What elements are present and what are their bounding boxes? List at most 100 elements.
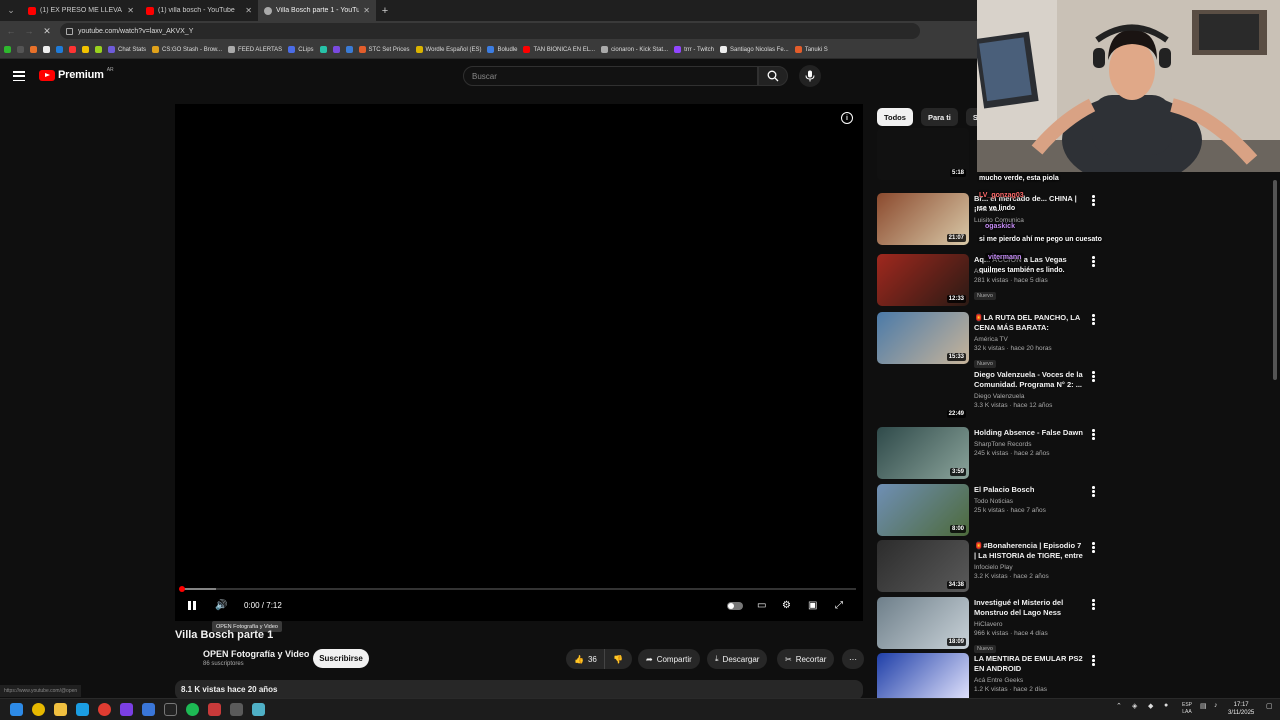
channel-name[interactable]: Diego Valenzuela <box>974 393 1084 400</box>
tray-overflow-icon[interactable]: ⌃ <box>1116 702 1122 710</box>
settings-gear-icon[interactable]: ⚙ <box>782 600 791 611</box>
download-button[interactable]: ⤓ Descargar <box>707 649 768 669</box>
channel-name[interactable]: HiClavero <box>974 621 1084 628</box>
video-title[interactable]: El Palacio Bosch <box>974 485 1084 495</box>
tray-app-icon[interactable]: ◈ <box>1132 702 1137 710</box>
video-thumbnail[interactable]: 34:38 <box>877 540 969 592</box>
app-icon[interactable] <box>208 703 221 716</box>
channel-name[interactable]: América TV <box>974 336 1084 343</box>
more-actions-button[interactable]: ⋯ <box>842 649 864 669</box>
recommended-video[interactable]: 34:38 🏮#Bonaherencia | Episodio 7 | La HI… <box>877 540 1102 594</box>
info-icon[interactable]: i <box>841 112 853 124</box>
like-button[interactable]: 👍 36 <box>566 649 604 669</box>
fullscreen-icon[interactable]: ⤢ <box>835 600 843 611</box>
video-thumbnail[interactable]: 18:09 <box>877 597 969 649</box>
chip-para-ti[interactable]: Para ti <box>920 108 958 126</box>
recommended-video[interactable]: 15:33 🏮LA RUTA DEL PANCHO, LA CENA MÁS BA… <box>877 312 1102 368</box>
bookmark-item[interactable] <box>332 46 340 53</box>
bookmark-item[interactable]: Santiago Nicolas Fe... <box>719 46 789 53</box>
obs-icon[interactable] <box>98 703 111 716</box>
bookmark-item[interactable] <box>17 46 24 53</box>
bookmark-item[interactable] <box>4 46 11 53</box>
chrome-icon[interactable] <box>32 703 45 716</box>
more-vertical-icon[interactable] <box>1092 599 1095 611</box>
tab-close-icon[interactable]: ✕ <box>245 6 252 15</box>
scrubber-handle[interactable] <box>179 586 185 592</box>
new-tab-button[interactable]: + <box>376 5 394 17</box>
spotify-icon[interactable] <box>186 703 199 716</box>
app-icon[interactable] <box>142 703 155 716</box>
video-title[interactable]: LA MENTIRA DE EMULAR PS2 EN ANDROID <box>974 654 1084 674</box>
progress-bar[interactable] <box>179 586 856 592</box>
voice-search-button[interactable] <box>799 65 821 87</box>
notifications-icon[interactable]: ▢ <box>1266 702 1273 710</box>
stop-loading-icon[interactable]: ✕ <box>42 26 52 37</box>
video-thumbnail[interactable]: 5:18 <box>877 128 969 180</box>
app-icon[interactable] <box>230 703 243 716</box>
bookmark-item[interactable] <box>82 46 89 53</box>
tray-app-icon[interactable]: ● <box>1164 702 1168 709</box>
recommended-video[interactable]: 3:59 Holding Absence - False Dawn SharpTon… <box>877 427 1102 481</box>
pause-button[interactable] <box>188 601 196 610</box>
url-field[interactable]: youtube.com/watch?v=laxv_AKVX_Y <box>60 23 920 39</box>
bookmark-item[interactable]: trrr - Twitch <box>674 46 714 53</box>
scrollbar-thumb[interactable] <box>1273 180 1277 380</box>
browser-tab-3[interactable]: Villa Bosch parte 1 - YouTube ✕ <box>258 0 376 21</box>
bookmark-item[interactable]: CLips <box>288 46 314 53</box>
bookmark-item[interactable] <box>69 46 76 53</box>
search-input[interactable]: Buscar <box>463 66 758 86</box>
video-thumbnail[interactable]: 15:33 <box>877 312 969 364</box>
speaker-icon[interactable]: ♪ <box>1214 702 1218 709</box>
video-thumbnail[interactable]: 12:33 <box>877 254 969 306</box>
dislike-button[interactable]: 👎 <box>604 649 632 669</box>
tab-close-icon[interactable]: ✕ <box>363 6 370 15</box>
bookmark-item[interactable] <box>345 46 353 53</box>
recommended-video[interactable]: 18:09 Investigué el Misterio del Monstruo… <box>877 597 1102 653</box>
more-vertical-icon[interactable] <box>1092 314 1095 326</box>
channel-name[interactable]: Todo Noticias <box>974 498 1084 505</box>
search-button[interactable] <box>758 66 788 86</box>
system-clock[interactable]: 17:17 3/11/2025 <box>1228 701 1254 717</box>
more-vertical-icon[interactable] <box>1092 195 1095 207</box>
bookmark-item[interactable]: Tanuki S <box>794 46 828 53</box>
subtitles-icon[interactable]: ▭ <box>757 600 766 611</box>
more-vertical-icon[interactable] <box>1092 655 1095 667</box>
more-vertical-icon[interactable] <box>1092 429 1095 441</box>
app-icon[interactable] <box>76 703 89 716</box>
youtube-premium-logo[interactable]: Premium AR <box>39 67 114 81</box>
recommended-video[interactable]: 8:00 El Palacio Bosch Todo Noticias 25 k vi… <box>877 484 1102 538</box>
bookmark-item[interactable] <box>95 46 102 53</box>
network-icon[interactable]: ▤ <box>1200 702 1207 710</box>
bookmark-item[interactable]: Wordle Español (ES) <box>415 46 481 53</box>
channel-name[interactable]: OPEN Fotografía y Video <box>203 649 309 659</box>
recommended-video[interactable]: 22:49 Diego Valenzuela - Voces de la Comu… <box>877 369 1102 423</box>
bookmark-item[interactable]: TAN BIONICA EN EL... <box>523 46 595 53</box>
video-title[interactable]: 🏮#Bonaherencia | Episodio 7 | La HISTORI… <box>974 541 1084 561</box>
page-scrollbar[interactable] <box>1272 180 1278 695</box>
channel-name[interactable]: Acá Entre Geeks <box>974 677 1084 684</box>
chip-todos[interactable]: Todos <box>877 108 913 126</box>
video-thumbnail[interactable]: 3:59 <box>877 427 969 479</box>
language-indicator[interactable]: ESP LAA <box>1182 702 1192 716</box>
bookmark-item[interactable]: Chat Stats <box>108 46 146 53</box>
bookmark-item[interactable] <box>319 46 327 53</box>
back-icon[interactable]: ← <box>6 26 16 36</box>
clip-button[interactable]: ✂ Recortar <box>777 649 835 669</box>
video-thumbnail[interactable]: 22:49 <box>877 369 969 421</box>
terminal-icon[interactable] <box>164 703 177 716</box>
tab-search-icon[interactable]: ⌄ <box>0 0 22 21</box>
video-title[interactable]: 🏮LA RUTA DEL PANCHO, LA CENA MÁS BARATA:… <box>974 313 1084 333</box>
bookmark-item[interactable] <box>56 46 63 53</box>
bookmark-item[interactable]: cionaron - Kick Stat... <box>601 46 668 53</box>
video-title[interactable]: Investigué el Misterio del Monstruo del … <box>974 598 1084 618</box>
bookmark-item[interactable] <box>30 46 37 53</box>
subscribe-button[interactable]: Suscribirse <box>313 649 369 668</box>
video-thumbnail[interactable]: 21:07 <box>877 193 969 245</box>
windows-start-icon[interactable] <box>10 703 23 716</box>
bookmark-item[interactable]: STC Set Prices <box>358 46 410 53</box>
autoplay-toggle[interactable] <box>727 602 743 610</box>
more-vertical-icon[interactable] <box>1092 371 1095 383</box>
tray-app-icon[interactable]: ◆ <box>1148 702 1153 710</box>
browser-tab-1[interactable]: (1) EX PRESO ME LLEVA a LOS ✕ <box>22 0 140 21</box>
more-vertical-icon[interactable] <box>1092 486 1095 498</box>
